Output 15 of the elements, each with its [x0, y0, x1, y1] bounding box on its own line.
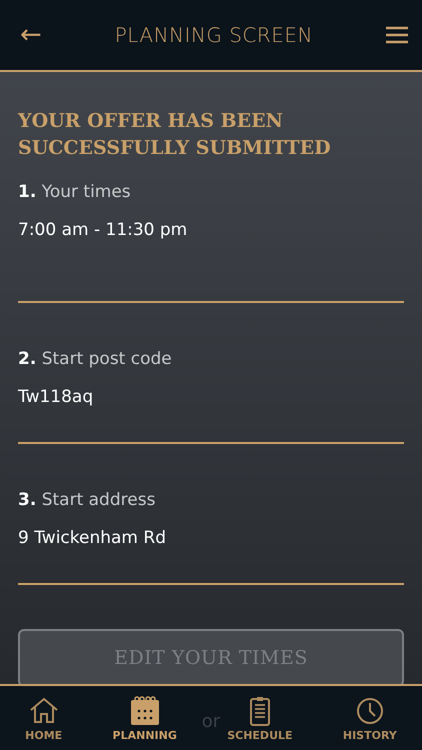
field-label: 3. Start address	[18, 489, 156, 510]
tab-item[interactable]: SCHEDULE	[227, 694, 293, 742]
tab-item[interactable]: PLANNING	[112, 694, 177, 742]
menu-icon[interactable]	[386, 26, 408, 44]
back-button[interactable]: ←	[20, 20, 42, 50]
field-label: 2. Start post code	[18, 348, 173, 369]
success-heading: YOUR OFFER HAS BEEN SUCCESSFULLY SUBMITTED	[18, 109, 332, 161]
field-label: 1. Your times	[18, 181, 132, 202]
screen-title: PLANNING SCREEN	[114, 23, 314, 47]
field-value: Tw118aq	[18, 387, 94, 407]
tab-item[interactable]: HOME	[25, 694, 62, 742]
field-value: 7:00 am - 11:30 pm	[18, 220, 188, 240]
tab-item[interactable]: HISTORY	[342, 694, 397, 742]
field-value: 9 Twickenham Rd	[18, 528, 167, 548]
calendar-icon	[128, 694, 161, 726]
